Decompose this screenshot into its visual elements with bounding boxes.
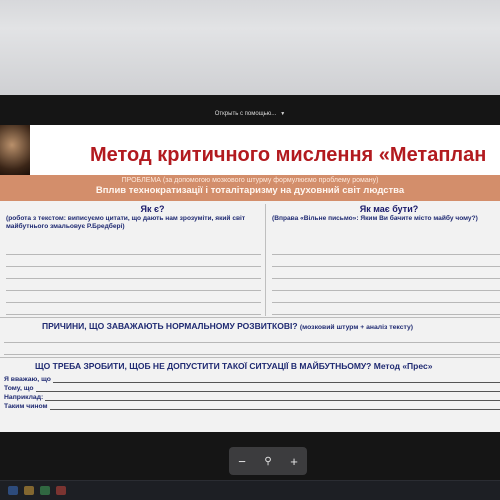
problem-header: ПРОБЛЕМА (за допомогою мозкового штурму … [0,175,500,184]
problem-label: ПРОБЛЕМА [121,177,161,184]
column-as-is: Як є? (робота з текстом: виписуємо цитат… [2,204,266,316]
metaplan-grid: Як є? (робота з текстом: виписуємо цитат… [0,201,500,432]
causes-title: ПРИЧИНИ, ЩО ЗАВАЖАЮТЬ НОРМАЛЬНОМУ РОЗВИТ… [42,321,298,331]
slide: Метод критичного мислення «Метаплан ПРОБ… [0,125,500,432]
causes-section-title: ПРИЧИНИ, ЩО ЗАВАЖАЮТЬ НОРМАЛЬНОМУ РОЗВИТ… [42,321,413,331]
column-as-is-lines [6,243,261,315]
column-should-be: Як має бути? (Вправа «Вільне письмо»: Як… [268,204,500,316]
prompt-row: Наприклад: [4,393,500,402]
column-should-be-title: Як має бути? [359,204,419,214]
column-should-be-lines [272,243,500,315]
zoom-out-button[interactable]: − [232,451,252,471]
causes-note: (мозковий штурм + аналіз тексту) [299,324,414,331]
folder-icon[interactable] [24,486,34,495]
prompt-label: Тому, що [4,385,34,392]
magnifier-icon[interactable]: ⚲ [258,451,278,471]
column-as-is-note: (робота з текстом: виписуємо цитати, що … [6,215,246,230]
prompt-row: Таким чином [4,402,500,411]
open-with-label[interactable]: Открыть с помощью... [215,111,277,117]
zoom-controls: − ⚲ + [229,447,307,475]
prompt-row: Я вважаю, що [4,375,500,384]
divider [0,357,500,358]
prompt-label: Наприклад: [4,394,44,401]
problem-text: Вплив технократизації і тоталітаризму на… [95,185,405,196]
prompt-label: Таким чином [4,403,48,410]
zoom-in-button[interactable]: + [284,451,304,471]
slide-header: Метод критичного мислення «Метаплан [0,125,500,175]
decorative-image [0,125,30,175]
monitor-bezel-top [0,0,500,95]
chevron-down-icon[interactable]: ▼ [280,111,285,117]
browser-icon[interactable] [40,486,50,495]
start-icon[interactable] [8,486,18,495]
todo-section-title: ЩО ТРЕБА ЗРОБИТИ, ЩОБ НЕ ДОПУСТИТИ ТАКОЇ… [35,361,433,371]
causes-lines [4,331,500,355]
problem-box: ПРОБЛЕМА (за допомогою мозкового штурму … [0,175,500,201]
slide-title: Метод критичного мислення «Метаплан [90,144,487,166]
app-icon[interactable] [56,486,66,495]
column-should-be-note: (Вправа «Вільне письмо»: Яким Ви бачите … [272,215,478,222]
problem-hint: (за допомогою мозкового штурму формулюєм… [162,177,379,184]
taskbar [0,480,500,500]
open-with-menu[interactable]: Открыть с помощью... ▼ [0,103,500,125]
prompt-label: Я вважаю, що [4,376,51,383]
column-as-is-title: Як є? [140,204,165,214]
divider [0,317,500,318]
prompt-row: Тому, що [4,384,500,393]
